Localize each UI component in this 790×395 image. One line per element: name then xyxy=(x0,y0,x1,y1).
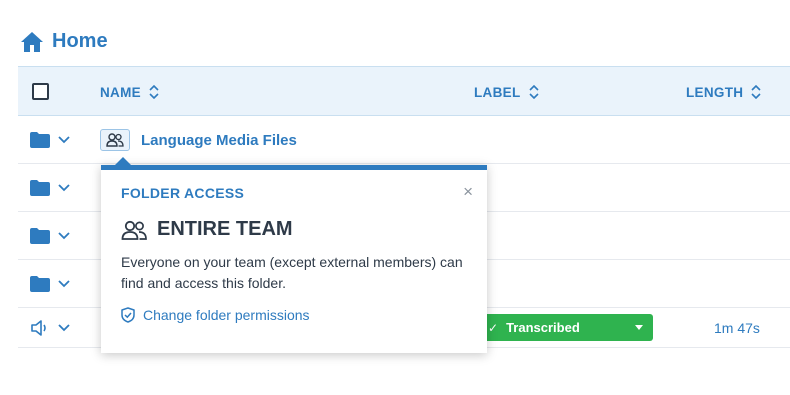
column-length-label: LENGTH xyxy=(686,84,744,100)
chevron-down-icon[interactable] xyxy=(58,136,70,144)
sort-icon xyxy=(528,85,539,99)
label-value: Transcribed xyxy=(506,320,580,335)
row-lead xyxy=(30,260,70,308)
column-header-length[interactable]: LENGTH xyxy=(686,67,761,117)
label-dropdown[interactable]: ✓ Transcribed xyxy=(480,314,653,341)
check-icon: ✓ xyxy=(488,320,499,335)
column-header-name[interactable]: NAME xyxy=(100,67,159,117)
popover-description: Everyone on your team (except external m… xyxy=(121,254,463,291)
column-header-label[interactable]: LABEL xyxy=(474,67,539,117)
folder-icon xyxy=(30,132,50,148)
change-permissions-label: Change folder permissions xyxy=(143,307,310,323)
table-row[interactable]: Language Media Files xyxy=(18,116,790,164)
table-header: NAME LABEL LENGTH xyxy=(18,66,790,116)
row-lead xyxy=(30,116,70,164)
length-value: 1m 47s xyxy=(714,320,760,336)
close-icon[interactable]: × xyxy=(463,182,473,202)
popover-heading: FOLDER ACCESS xyxy=(121,185,245,201)
popover-title: ENTIRE TEAM xyxy=(121,218,293,241)
sort-icon xyxy=(149,85,159,99)
chevron-down-icon[interactable] xyxy=(58,232,70,240)
column-name-label: NAME xyxy=(100,84,141,100)
folder-icon xyxy=(30,228,50,244)
home-icon xyxy=(21,31,43,52)
row-lead xyxy=(30,308,70,348)
sort-icon xyxy=(751,85,761,99)
popover-title-text: ENTIRE TEAM xyxy=(157,218,293,240)
team-access-badge[interactable] xyxy=(100,129,130,151)
chevron-down-icon[interactable] xyxy=(58,324,70,332)
change-permissions-link[interactable]: Change folder permissions xyxy=(121,307,310,323)
shield-check-icon xyxy=(121,307,135,323)
team-icon xyxy=(106,133,124,147)
folder-access-popover: FOLDER ACCESS × ENTIRE TEAM Everyone on … xyxy=(101,157,487,353)
page-title[interactable]: Home xyxy=(52,30,108,53)
chevron-down-icon[interactable] xyxy=(58,280,70,288)
row-lead xyxy=(30,212,70,260)
folder-name-link[interactable]: Language Media Files xyxy=(141,116,297,164)
select-all-checkbox[interactable] xyxy=(32,83,49,100)
folder-icon xyxy=(30,276,50,292)
caret-down-icon xyxy=(635,325,643,330)
team-icon xyxy=(121,220,147,240)
column-label-label: LABEL xyxy=(474,84,521,100)
speaker-icon xyxy=(31,320,46,336)
row-lead xyxy=(30,164,70,212)
chevron-down-icon[interactable] xyxy=(58,184,70,192)
folder-icon xyxy=(30,180,50,196)
breadcrumb[interactable]: Home xyxy=(20,30,108,53)
